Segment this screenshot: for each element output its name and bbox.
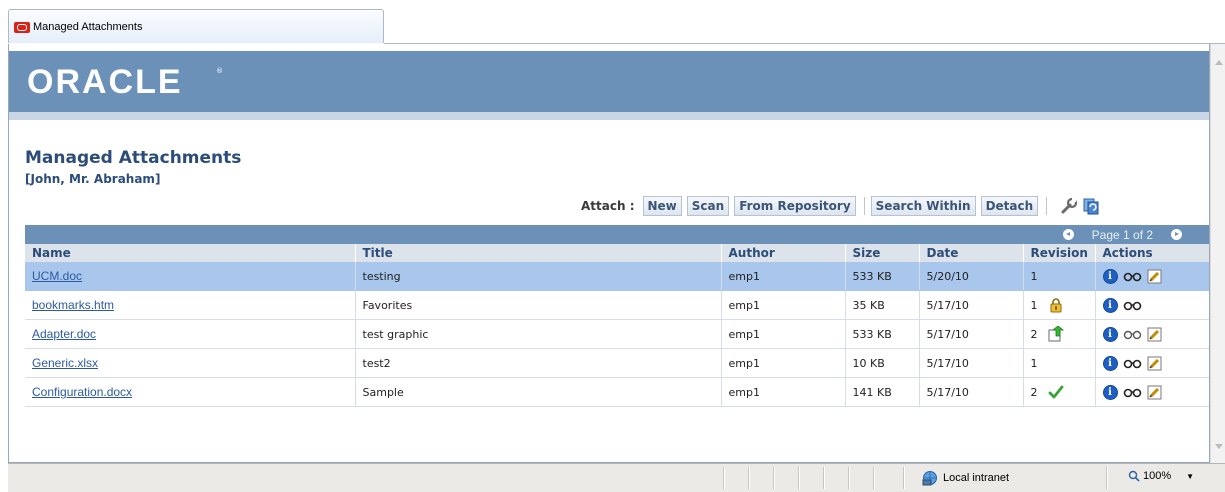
size-cell: 141 KB	[845, 377, 920, 407]
size-cell: 10 KB	[845, 348, 920, 378]
revision-number: 2	[1030, 327, 1038, 341]
info-icon[interactable]: i	[1102, 297, 1118, 313]
date-cell: 5/17/10	[919, 377, 1024, 407]
pager: Page 1 of 2	[25, 225, 1209, 244]
edit-icon[interactable]	[1147, 269, 1162, 284]
oracle-favicon-icon	[14, 22, 30, 33]
table-header-row: Name Title Author Size Date Revision Act…	[25, 244, 1209, 262]
edit-icon[interactable]	[1147, 356, 1162, 371]
column-header[interactable]: Size	[845, 244, 920, 262]
info-icon[interactable]: i	[1102, 384, 1118, 400]
oracle-logo: ORACLE	[27, 63, 183, 101]
page-title: Managed Attachments	[25, 148, 242, 168]
column-header[interactable]: Revision	[1023, 244, 1096, 262]
previous-page-icon[interactable]	[1062, 229, 1074, 240]
checkmark-icon	[1048, 385, 1063, 399]
browser-status-bar: Local intranet 100% ▼	[8, 463, 1225, 492]
size-cell: 35 KB	[845, 290, 920, 320]
browser-tab-title: Managed Attachments	[33, 21, 143, 33]
attachment-link[interactable]: Configuration.docx	[32, 385, 132, 399]
size-cell: 533 KB	[845, 319, 920, 349]
info-icon[interactable]: i	[1102, 355, 1118, 371]
date-cell: 5/17/10	[919, 290, 1024, 320]
author-cell: emp1	[721, 319, 846, 349]
revision-number: 1	[1030, 269, 1038, 283]
intranet-globe-icon	[922, 471, 937, 486]
from-repository-button[interactable]: From Repository	[734, 196, 856, 216]
view-icon[interactable]	[1123, 386, 1142, 398]
info-icon[interactable]: i	[1102, 268, 1118, 284]
attachment-link[interactable]: Generic.xlsx	[32, 356, 98, 370]
oracle-logo-mark: ®	[216, 67, 223, 75]
date-cell: 5/17/10	[919, 348, 1024, 378]
zoom-control[interactable]: 100% ▼	[1128, 470, 1194, 482]
toolbar-divider	[863, 197, 865, 215]
column-header[interactable]: Actions	[1095, 244, 1209, 262]
author-cell: emp1	[721, 290, 846, 320]
view-icon[interactable]	[1123, 357, 1142, 369]
scan-button[interactable]: Scan	[686, 196, 730, 216]
chevron-down-icon[interactable]: ▼	[1186, 472, 1194, 481]
date-cell: 5/17/10	[919, 319, 1024, 349]
scroll-up-icon[interactable]	[1215, 60, 1223, 65]
scroll-down-icon[interactable]	[1215, 444, 1223, 449]
title-cell: test graphic	[355, 319, 722, 349]
browser-tab[interactable]: Managed Attachments	[8, 9, 384, 43]
configure-wrench-icon[interactable]	[1059, 196, 1079, 216]
author-cell: emp1	[721, 348, 846, 378]
detach-button[interactable]: Detach	[980, 196, 1039, 216]
search-within-button[interactable]: Search Within	[870, 196, 976, 216]
attachment-link[interactable]: bookmarks.htm	[32, 298, 114, 312]
update-icon	[1048, 326, 1064, 342]
toolbar-divider	[1046, 197, 1048, 215]
zoom-level: 100%	[1143, 470, 1172, 482]
author-cell: emp1	[721, 262, 846, 291]
revision-number: 1	[1030, 298, 1038, 312]
next-page-icon[interactable]	[1171, 229, 1183, 240]
zoom-icon	[1128, 470, 1140, 482]
revision-number: 2	[1030, 385, 1038, 399]
edit-icon[interactable]	[1147, 327, 1162, 342]
column-header[interactable]: Author	[721, 244, 846, 262]
column-header[interactable]: Name	[25, 244, 356, 262]
new-button[interactable]: New	[642, 196, 682, 216]
view-icon[interactable]	[1123, 299, 1142, 311]
table-row[interactable]: Adapter.doc test graphic emp1 533 KB 5/1…	[25, 319, 1209, 349]
size-cell: 533 KB	[845, 262, 920, 291]
attachments-table: Page 1 of 2 Name Title Author Size Date …	[25, 225, 1209, 407]
table-row[interactable]: bookmarks.htm Favorites emp1 35 KB 5/17/…	[25, 290, 1209, 320]
view-icon[interactable]	[1123, 270, 1142, 282]
column-header[interactable]: Title	[355, 244, 722, 262]
table-row[interactable]: Configuration.docx Sample emp1 141 KB 5/…	[25, 377, 1209, 407]
attachment-link[interactable]: UCM.doc	[32, 269, 82, 283]
security-zone[interactable]: Local intranet	[921, 470, 1009, 486]
table-row[interactable]: Generic.xlsx test2 emp1 10 KB 5/17/10 1 …	[25, 348, 1209, 378]
attach-label: Attach :	[581, 199, 635, 213]
page-subtitle: [John, Mr. Abraham]	[25, 172, 161, 186]
table-row[interactable]: UCM.doc testing emp1 533 KB 5/20/10 1 i	[25, 262, 1209, 291]
title-cell: testing	[355, 262, 722, 291]
attachments-toolbar: Attach : New Scan From Repository Search…	[581, 195, 1101, 217]
revision-number: 1	[1030, 356, 1038, 370]
view-icon[interactable]	[1123, 328, 1142, 340]
content-frame: ORACLE ® Managed Attachments [John, Mr. …	[8, 44, 1210, 463]
title-cell: Sample	[355, 377, 722, 407]
title-cell: test2	[355, 348, 722, 378]
title-cell: Favorites	[355, 290, 722, 320]
date-cell: 5/20/10	[919, 262, 1024, 291]
author-cell: emp1	[721, 377, 846, 407]
attachment-link[interactable]: Adapter.doc	[32, 327, 96, 341]
oracle-banner: ORACLE ®	[9, 51, 1209, 112]
browser-tab-strip: Managed Attachments	[0, 0, 1225, 44]
refresh-icon[interactable]	[1081, 196, 1101, 216]
column-header[interactable]: Date	[919, 244, 1024, 262]
info-icon[interactable]: i	[1102, 326, 1118, 342]
edit-icon[interactable]	[1147, 385, 1162, 400]
security-zone-label: Local intranet	[943, 472, 1010, 484]
vertical-scrollbar[interactable]	[1210, 44, 1225, 463]
lock-icon	[1050, 298, 1061, 313]
page-indicator: Page 1 of 2	[1091, 227, 1154, 242]
